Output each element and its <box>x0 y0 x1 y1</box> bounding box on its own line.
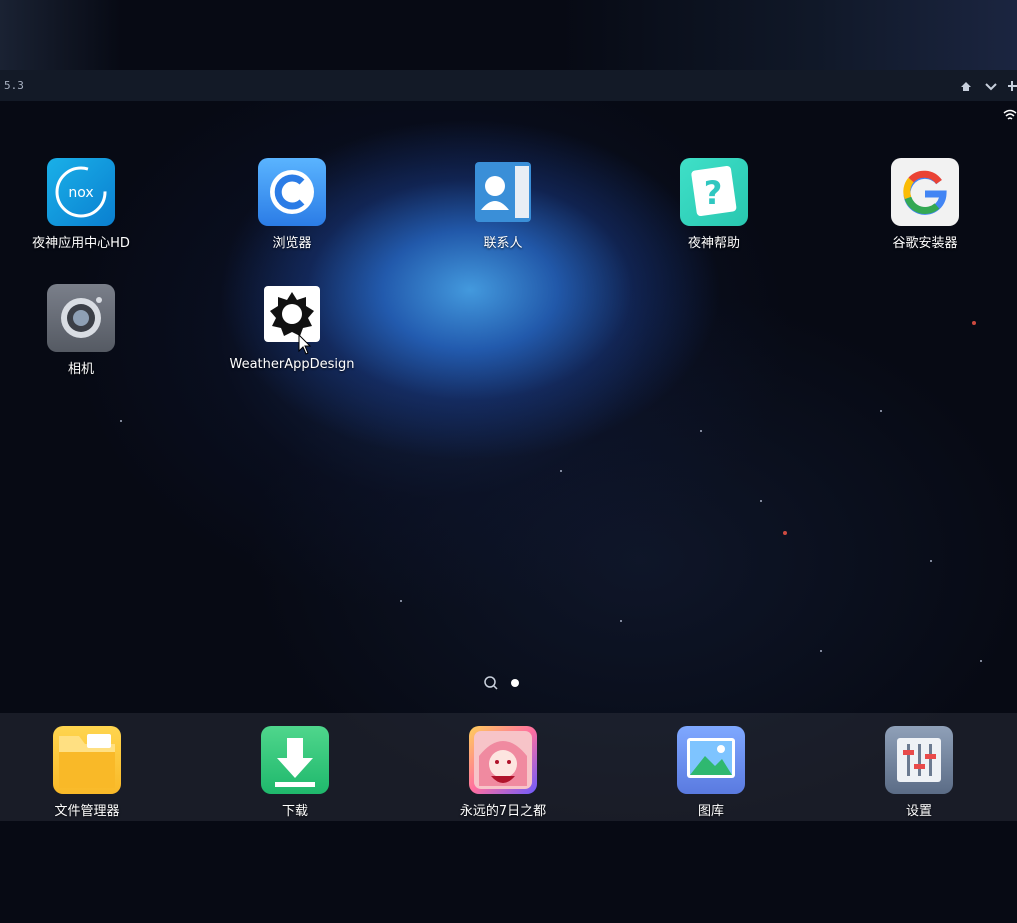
browser-icon <box>258 158 326 226</box>
app-label: 相机 <box>67 362 94 377</box>
star <box>120 420 122 422</box>
folder-icon <box>53 726 121 794</box>
version-label: 5.3 <box>4 79 24 92</box>
app-label: 联系人 <box>483 236 523 251</box>
contacts-icon <box>469 158 537 226</box>
emulator-titlebar <box>0 70 1017 101</box>
star <box>980 660 982 662</box>
app-nox-help[interactable]: ? 夜神帮助 <box>649 158 779 251</box>
chevron-down-icon[interactable] <box>983 78 999 94</box>
dock-settings[interactable]: 设置 <box>854 726 984 819</box>
download-icon <box>261 726 329 794</box>
mouse-cursor-icon <box>298 334 312 355</box>
star <box>400 600 402 602</box>
red-star <box>972 321 976 325</box>
dock-gallery[interactable]: 图库 <box>646 726 776 819</box>
gallery-icon <box>677 726 745 794</box>
app-camera[interactable]: 相机 <box>16 284 146 377</box>
wifi-icon <box>1003 109 1017 120</box>
plus-icon[interactable] <box>1007 78 1017 94</box>
app-label: 夜神应用中心HD <box>32 236 130 251</box>
app-contacts[interactable]: 联系人 <box>438 158 568 251</box>
red-star <box>783 531 787 535</box>
app-label: 浏览器 <box>272 236 312 251</box>
app-label: 夜神帮助 <box>687 236 740 251</box>
star <box>700 430 702 432</box>
desktop-background-strip <box>0 0 1017 70</box>
app-weather[interactable]: WeatherAppDesign <box>227 286 357 372</box>
star <box>560 470 562 472</box>
nox-icon: nox <box>47 158 115 226</box>
app-label: WeatherAppDesign <box>229 357 355 372</box>
app-label: 文件管理器 <box>54 804 120 819</box>
app-label: 永远的7日之都 <box>459 804 547 819</box>
game-icon <box>469 726 537 794</box>
page-indicator <box>484 676 519 690</box>
star <box>880 410 882 412</box>
app-label: 下载 <box>281 804 308 819</box>
app-google-installer[interactable]: 谷歌安装器 <box>860 158 990 251</box>
pin-icon[interactable] <box>958 78 974 94</box>
google-icon <box>891 158 959 226</box>
dock-game[interactable]: 永远的7日之都 <box>438 726 568 819</box>
star <box>620 620 622 622</box>
app-label: 谷歌安装器 <box>892 236 958 251</box>
dock-file-manager[interactable]: 文件管理器 <box>22 726 152 819</box>
help-icon: ? <box>680 158 748 226</box>
star <box>930 560 932 562</box>
camera-icon <box>47 284 115 352</box>
star <box>820 650 822 652</box>
app-browser[interactable]: 浏览器 <box>227 158 357 251</box>
settings-icon <box>885 726 953 794</box>
svg-text:nox: nox <box>68 185 93 201</box>
app-nox-center[interactable]: nox 夜神应用中心HD <box>16 158 146 251</box>
star <box>760 500 762 502</box>
dock-download[interactable]: 下载 <box>230 726 360 819</box>
svg-text:?: ? <box>704 174 723 212</box>
app-label: 图库 <box>697 804 724 819</box>
app-label: 设置 <box>905 804 932 819</box>
